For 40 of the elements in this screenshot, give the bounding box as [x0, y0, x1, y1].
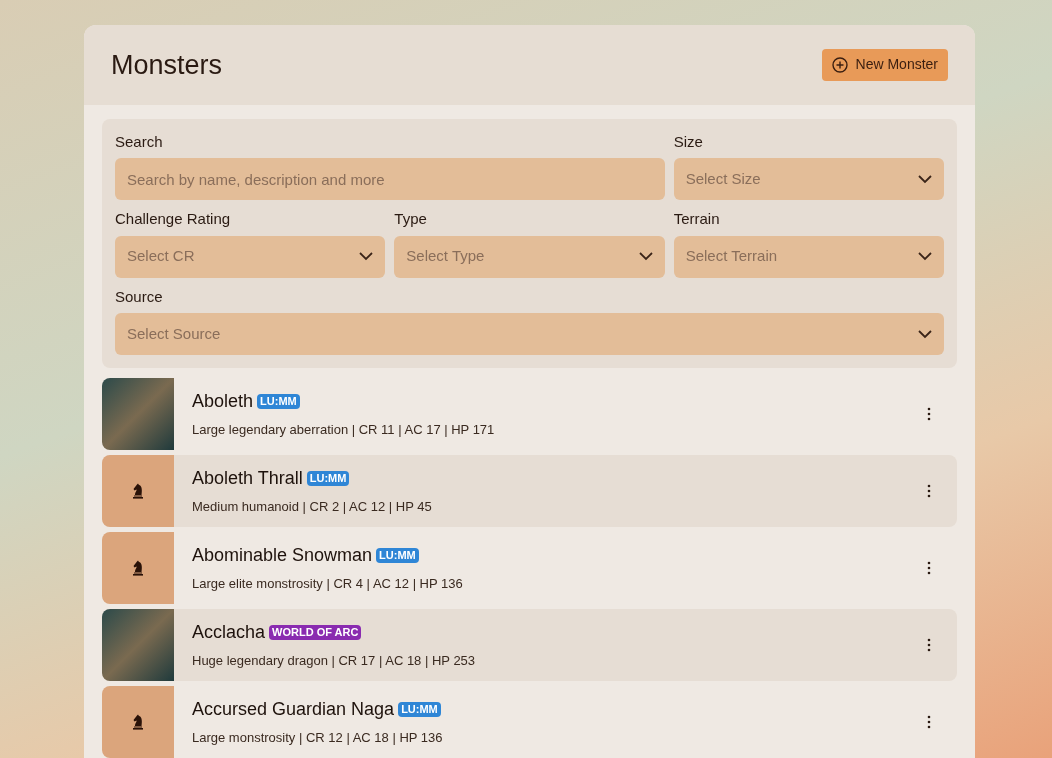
photo-placeholder — [102, 378, 174, 450]
plus-circle-icon — [831, 56, 848, 73]
field-label: Challenge Rating — [115, 209, 232, 229]
search-field[interactable]: Search by name, description and more — [115, 158, 665, 200]
monster-details: Huge legendary dragon | CR 17 | AC 18 | HP 253 — [192, 652, 477, 671]
chevron-down-icon — [638, 252, 653, 261]
chess-knight-icon — [131, 714, 145, 730]
field-label: Source — [115, 286, 164, 307]
source-badge: LU:MM — [306, 471, 350, 487]
field-label: Size — [673, 131, 704, 152]
source-badge: LU:MM — [257, 394, 300, 410]
source-badge: LU:MM — [376, 548, 419, 564]
monster-details: Large monstrosity | CR 12 | AC 18 | HP 136 — [192, 729, 444, 748]
monster-name[interactable]: Acclacha — [192, 619, 266, 647]
chess-knight-icon — [131, 560, 145, 576]
chess-knight-icon — [131, 483, 145, 499]
more-vertical-icon — [927, 715, 931, 729]
chevron-down-icon — [918, 174, 932, 184]
field-label: Search — [115, 131, 164, 152]
monster-name[interactable]: Aboleth — [192, 388, 254, 416]
field-label: Type — [394, 209, 428, 229]
more-vertical-icon — [927, 638, 931, 652]
monster-details: Large legendary aberration | CR 11 | AC 17 | HP 171 — [192, 421, 496, 440]
more-vertical-icon — [927, 484, 931, 498]
monster-name[interactable]: Accursed Guardian Naga — [192, 696, 395, 724]
monster-details: Large elite monstrosity | CR 4 | AC 12 | HP 136 — [192, 575, 464, 594]
monster-details: Medium humanoid | CR 2 | AC 12 | HP 45 — [192, 498, 433, 517]
chevron-down-icon — [918, 329, 932, 339]
chevron-down-icon — [918, 252, 932, 261]
photo-placeholder — [102, 609, 174, 681]
more-vertical-icon — [927, 561, 931, 575]
monster-name[interactable]: Abominable Snowman — [192, 542, 373, 570]
source-badge: WORLD OF ARC — [269, 625, 362, 641]
monster-name[interactable]: Aboleth Thrall — [192, 465, 303, 493]
source-badge: LU:MM — [398, 702, 441, 718]
new-monster-button[interactable]: New Monster — [821, 48, 948, 81]
field-label: Terrain — [673, 209, 721, 229]
page-title: Monsters — [111, 48, 223, 82]
chevron-down-icon — [359, 252, 374, 261]
more-vertical-icon — [927, 407, 931, 421]
